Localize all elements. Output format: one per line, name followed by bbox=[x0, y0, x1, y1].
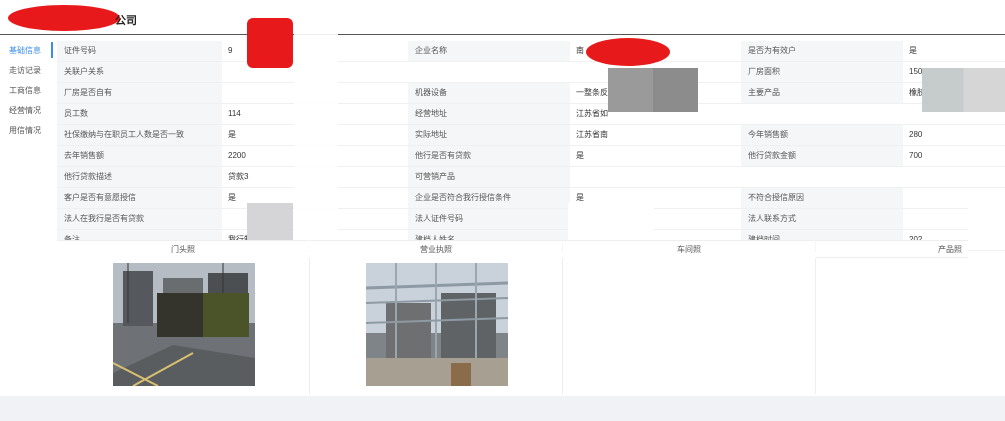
field-label bbox=[741, 104, 903, 124]
field-label: 去年销售额 bbox=[57, 146, 222, 166]
storefront-photo[interactable] bbox=[113, 263, 255, 386]
table-row: 他行贷款描述 贷款3 可营销产品 bbox=[57, 167, 1005, 188]
field-label bbox=[408, 62, 570, 82]
photo-cell-product bbox=[816, 258, 1005, 394]
business-license-photo[interactable] bbox=[366, 263, 508, 386]
table-row: 厂房是否自有 机器设备 一整条反 主要产品 橡胶 bbox=[57, 83, 1005, 104]
sidebar-item-operations[interactable]: 经营情况 bbox=[9, 105, 41, 117]
mosaic-blur bbox=[608, 68, 698, 112]
photo-header-business-license: 营业执照 bbox=[310, 240, 562, 260]
side-menu: 基础信息 走访记录 工商信息 经营情况 用信情况 bbox=[0, 40, 52, 421]
field-value: 280 bbox=[903, 125, 1005, 145]
storefront-photo-art bbox=[113, 263, 255, 386]
table-row: 法人在我行是否有贷款 法人证件号码 法人联系方式 bbox=[57, 209, 1005, 230]
footer-area bbox=[0, 396, 1005, 421]
sidebar-active-indicator bbox=[51, 42, 53, 58]
photo-cell-storefront bbox=[57, 258, 310, 394]
title-bar: 公司 bbox=[0, 0, 1005, 35]
field-label: 证件号码 bbox=[57, 41, 222, 61]
field-label: 企业名称 bbox=[408, 41, 570, 61]
mosaic-blur bbox=[294, 20, 338, 240]
field-label: 主要产品 bbox=[741, 83, 903, 103]
photo-header-workshop: 车间照 bbox=[563, 240, 815, 260]
field-value: 江苏省南 bbox=[570, 125, 741, 145]
field-label: 不符合授信原因 bbox=[741, 188, 903, 208]
field-label: 社保缴纳与在职员工人数是否一致 bbox=[57, 125, 222, 145]
info-table: 证件号码 9 企业名称 南 是否为有效户 是 关联户关系 厂房面积 150 厂房… bbox=[57, 41, 1005, 251]
field-label: 可营销产品 bbox=[408, 167, 570, 187]
sidebar-item-basic-info[interactable]: 基础信息 bbox=[9, 45, 41, 57]
table-row: 证件号码 9 企业名称 南 是否为有效户 是 bbox=[57, 41, 1005, 62]
field-label: 机器设备 bbox=[408, 83, 570, 103]
page: 公司 基础信息 走访记录 工商信息 经营情况 用信情况 证件号码 9 企业名称 … bbox=[0, 0, 1005, 421]
field-label: 法人证件号码 bbox=[408, 209, 570, 229]
photo-cell-workshop bbox=[563, 258, 816, 394]
field-value bbox=[903, 167, 1005, 187]
field-label: 他行贷款描述 bbox=[57, 167, 222, 187]
table-row: 员工数 114 经营地址 江苏省如 bbox=[57, 104, 1005, 125]
field-label: 法人在我行是否有贷款 bbox=[57, 209, 222, 229]
field-label: 员工数 bbox=[57, 104, 222, 124]
field-label: 今年销售额 bbox=[741, 125, 903, 145]
photo-header-product: 产品照 bbox=[816, 240, 968, 258]
photo-header-storefront: 门头照 bbox=[57, 240, 309, 260]
table-row: 关联户关系 厂房面积 150 bbox=[57, 62, 1005, 83]
field-label: 关联户关系 bbox=[57, 62, 222, 82]
field-value: 是 bbox=[570, 146, 741, 166]
field-value: 700 bbox=[903, 146, 1005, 166]
field-value: 是 bbox=[903, 41, 1005, 61]
field-label: 企业是否符合我行授信条件 bbox=[408, 188, 570, 208]
field-label: 他行是否有贷款 bbox=[408, 146, 570, 166]
business-license-photo-art bbox=[366, 263, 508, 386]
mosaic-blur bbox=[968, 200, 1005, 240]
mosaic-blur bbox=[922, 68, 1005, 112]
sidebar-item-credit-usage[interactable]: 用信情况 bbox=[9, 125, 41, 137]
table-row: 去年销售额 2200 他行是否有贷款 是 他行贷款金额 700 bbox=[57, 146, 1005, 167]
table-row: 客户是否有意愿授信 是 企业是否符合我行授信条件 是 不符合授信原因 bbox=[57, 188, 1005, 209]
field-label: 实际地址 bbox=[408, 125, 570, 145]
field-label: 是否为有效户 bbox=[741, 41, 903, 61]
field-value bbox=[570, 167, 741, 187]
sidebar-item-visit-records[interactable]: 走访记录 bbox=[9, 65, 41, 77]
field-label: 经营地址 bbox=[408, 104, 570, 124]
field-label: 厂房是否自有 bbox=[57, 83, 222, 103]
redaction-mark-id bbox=[247, 18, 293, 68]
redaction-mark-title bbox=[8, 5, 120, 31]
sidebar-item-business-registration[interactable]: 工商信息 bbox=[9, 85, 41, 97]
field-label: 厂房面积 bbox=[741, 62, 903, 82]
company-title: 公司 bbox=[115, 15, 137, 27]
field-label bbox=[741, 167, 903, 187]
field-label: 法人联系方式 bbox=[741, 209, 903, 229]
photo-cell-business-license bbox=[310, 258, 563, 394]
table-row: 社保缴纳与在职员工人数是否一致 是 实际地址 江苏省南 今年销售额 280 bbox=[57, 125, 1005, 146]
field-label: 客户是否有意愿授信 bbox=[57, 188, 222, 208]
redaction-mark-name bbox=[586, 38, 670, 66]
field-label: 他行贷款金额 bbox=[741, 146, 903, 166]
